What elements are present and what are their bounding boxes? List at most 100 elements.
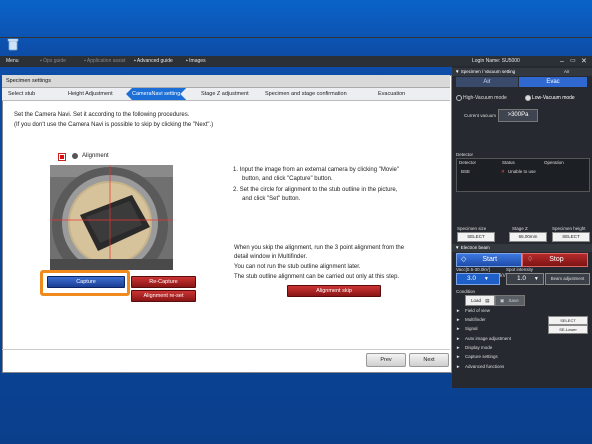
capture-button[interactable]: Capture bbox=[47, 276, 125, 288]
instruction-2b: and click "Set" button. bbox=[242, 196, 301, 202]
low-vac-radio[interactable] bbox=[525, 95, 531, 101]
alignment-checkbox[interactable] bbox=[58, 153, 66, 161]
step-evacuation[interactable]: Evacuation bbox=[378, 88, 405, 100]
detector-col-3: Operation bbox=[544, 160, 564, 165]
spot-intensity-dropdown[interactable]: 1.0 ▼ bbox=[506, 273, 544, 285]
auto-image-adjustment-section[interactable]: Auto image adjustment bbox=[465, 336, 511, 341]
start-label: Start bbox=[482, 256, 498, 263]
save-button[interactable]: ▣ Save bbox=[495, 295, 525, 306]
images-label: Images bbox=[189, 58, 206, 64]
detector-name: BSE bbox=[461, 169, 471, 174]
vacc-value: 3.0 bbox=[467, 275, 477, 282]
start-icon: ◇ bbox=[461, 256, 467, 263]
expand-icon: ► bbox=[456, 354, 461, 359]
signal-section[interactable]: Signal bbox=[465, 326, 478, 331]
stop-button[interactable]: ♢ Stop bbox=[522, 253, 588, 267]
alignment-indicator-icon bbox=[72, 153, 78, 159]
alignment-label: Alignment bbox=[82, 153, 109, 159]
skip-text-3: You can not run the stub outline alignme… bbox=[234, 264, 361, 270]
skip-text-1: When you skip the alignment, run the 3 p… bbox=[234, 245, 405, 251]
ops-guide-button[interactable]: ▪ Ops guide bbox=[40, 57, 66, 66]
recycle-bin-icon[interactable] bbox=[6, 38, 20, 51]
stage-z-value: 65.00mm bbox=[509, 232, 547, 242]
instruction-1b: button, and click "Capture" button. bbox=[242, 176, 333, 182]
images-button[interactable]: ▪ Images bbox=[186, 57, 206, 66]
prev-button[interactable]: Prev bbox=[366, 353, 406, 367]
maximize-icon[interactable]: ▭ bbox=[570, 57, 576, 66]
signal-select[interactable]: SE-Lower bbox=[548, 325, 588, 334]
detector-error-icon: ✕ bbox=[501, 169, 505, 174]
application-assist-button[interactable]: ▪ Application assist bbox=[84, 57, 126, 66]
advanced-guide-button[interactable]: ▪ Advanced guide bbox=[134, 57, 173, 66]
alignment-skip-button[interactable]: Alignment skip bbox=[287, 285, 381, 297]
vacc-dropdown[interactable]: 3.0 ▼ bbox=[456, 273, 500, 285]
skip-text-2: detail window in Multifinder. bbox=[234, 254, 308, 260]
electron-beam-header[interactable]: ▼ Electron beam bbox=[452, 244, 592, 252]
instruction-2a: 2. Set the circle for alignment to the s… bbox=[233, 187, 398, 193]
stage-z-label: Stage Z bbox=[512, 226, 528, 231]
high-vac-label: High-Vacuum mode bbox=[463, 95, 507, 101]
close-icon[interactable]: ✕ bbox=[581, 57, 587, 66]
evac-button[interactable]: Evac bbox=[519, 77, 587, 87]
advanced-guide-label: Advanced guide bbox=[136, 58, 173, 64]
chevron-down-icon: ▼ bbox=[483, 276, 489, 282]
step-select-stub[interactable]: Select stub bbox=[8, 88, 35, 100]
expand-icon: ► bbox=[456, 326, 461, 331]
wizard-steps: Select stub Height Adjustment CameraNavi… bbox=[2, 88, 450, 101]
spot-intensity-label: Spot intensity bbox=[506, 267, 534, 272]
specimen-height-select[interactable]: SELECT bbox=[552, 232, 590, 242]
vacuum-section-header[interactable]: ▼ Specimen / Vacuum setting bbox=[452, 68, 592, 76]
load-button[interactable]: Load ▤ bbox=[465, 295, 495, 306]
right-control-panel: ▼ Specimen / Vacuum setting Air Air Evac… bbox=[452, 66, 592, 388]
beam-adjustment-button[interactable]: Beam adjustment bbox=[545, 273, 590, 285]
camera-image[interactable] bbox=[50, 165, 173, 270]
instruction-1a: 1. Input the image from an external came… bbox=[233, 167, 400, 173]
step-specimen-stage-confirmation[interactable]: Specimen and stage confirmation bbox=[265, 88, 347, 100]
window-title: Specimen settings bbox=[6, 78, 51, 84]
step-stage-z-adjustment[interactable]: Stage Z adjustment bbox=[201, 88, 249, 100]
air-button[interactable]: Air bbox=[456, 77, 518, 87]
multifinder-section[interactable]: Multifinder bbox=[465, 317, 486, 322]
skip-text-4: The stub outline alignment can be carrie… bbox=[234, 274, 400, 280]
load-icon: ▤ bbox=[485, 298, 490, 303]
chevron-down-icon: ▼ bbox=[533, 276, 539, 282]
load-label: Load bbox=[471, 298, 482, 303]
step-cameranavi-setting[interactable]: CameraNavi setting bbox=[126, 88, 186, 100]
stop-label: Stop bbox=[549, 256, 564, 263]
multifinder-select[interactable]: SELECT bbox=[548, 316, 588, 325]
specimen-size-select[interactable]: SELECT bbox=[457, 232, 495, 242]
spot-value: 1.0 bbox=[517, 275, 527, 282]
high-vac-radio[interactable] bbox=[456, 95, 462, 101]
detector-table bbox=[456, 158, 590, 192]
save-label: Save bbox=[508, 298, 519, 303]
footer-divider bbox=[2, 349, 450, 350]
recapture-button[interactable]: Re-Capture bbox=[131, 276, 196, 288]
current-vacuum-value: >300Pa bbox=[498, 109, 538, 122]
ops-guide-label: Ops guide bbox=[43, 58, 66, 64]
display-mode-section[interactable]: Display mode bbox=[465, 345, 492, 350]
current-vacuum-label: Current vacuum bbox=[464, 113, 497, 118]
advanced-functions-section[interactable]: Advanced functions bbox=[465, 364, 504, 369]
expand-icon: ► bbox=[456, 364, 461, 369]
alignment-reset-button[interactable]: Alignment re-set bbox=[131, 290, 196, 302]
start-button[interactable]: ◇ Start bbox=[456, 253, 522, 267]
vacuum-title: Specimen / Vacuum setting bbox=[460, 69, 516, 74]
window-title-bar: Specimen settings bbox=[2, 75, 450, 88]
next-button[interactable]: Next bbox=[409, 353, 449, 367]
step-height-adjustment[interactable]: Height Adjustment bbox=[68, 88, 113, 100]
specimen-height-label: Specimen height bbox=[552, 226, 586, 231]
top-strip bbox=[0, 37, 592, 38]
capture-settings-section[interactable]: Capture settings bbox=[465, 354, 498, 359]
login-label: Login Name: bbox=[472, 58, 501, 64]
field-of-view-section[interactable]: Field of view bbox=[465, 308, 490, 313]
expand-icon: ► bbox=[456, 317, 461, 322]
intro-line-1: Set the Camera Navi. Set it according to… bbox=[14, 112, 190, 118]
detector-col-1: Detector bbox=[459, 160, 477, 165]
detector-title: Detector bbox=[456, 152, 474, 157]
condition-label: Condition bbox=[456, 289, 476, 294]
minimize-icon[interactable]: – bbox=[560, 57, 564, 66]
low-vac-label: Low-Vacuum mode bbox=[532, 95, 575, 101]
menu-button[interactable]: Menu bbox=[6, 57, 19, 66]
collapse-icon: ▼ bbox=[455, 69, 460, 74]
save-icon: ▣ bbox=[500, 298, 505, 303]
